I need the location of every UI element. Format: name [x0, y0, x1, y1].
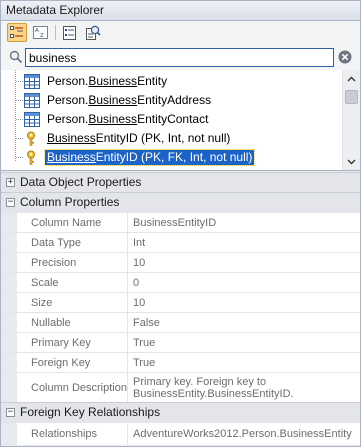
property-name: Primary Key	[17, 333, 128, 352]
property-row[interactable]: Relationships AdventureWorks2012.Person.…	[1, 422, 360, 445]
tree-connector	[16, 157, 23, 158]
metadata-tree[interactable]: Person.BusinessEntity Person.BusinessEnt…	[0, 70, 361, 171]
category-label: Data Object Properties	[20, 175, 142, 189]
property-row[interactable]: Scale 0	[1, 272, 360, 292]
property-name: Relationships	[17, 423, 128, 445]
category-label: Column Properties	[20, 195, 120, 209]
property-name: Size	[17, 293, 128, 312]
tree-item-column-selected[interactable]: BusinessEntityID (PK, FK, Int, not null)	[1, 148, 342, 167]
tree-item-table[interactable]: Person.BusinessEntity	[1, 72, 342, 91]
toolbar: A Z	[0, 21, 361, 44]
property-value[interactable]: True	[129, 333, 360, 352]
toolbar-separator	[55, 25, 56, 40]
categorized-view-button[interactable]	[7, 23, 27, 42]
tree-item-label: BusinessEntityID (PK, Int, not null)	[47, 131, 231, 145]
property-name: Data Type	[17, 233, 128, 252]
property-row[interactable]: Precision 10	[1, 252, 360, 272]
table-icon	[24, 93, 40, 108]
category-column-properties[interactable]: − Column Properties	[1, 192, 360, 212]
tree-connector	[16, 100, 23, 101]
property-value[interactable]: Primary key. Foreign key to BusinessEnti…	[129, 373, 360, 402]
scroll-down-button[interactable]	[343, 154, 360, 169]
category-foreign-key-relationships[interactable]: − Foreign Key Relationships	[1, 402, 360, 422]
svg-text:A: A	[35, 28, 39, 34]
tree-connector	[16, 81, 23, 82]
property-value[interactable]: BusinessEntityID	[129, 213, 360, 232]
scroll-thumb[interactable]	[345, 90, 358, 104]
tree-item-label: Person.BusinessEntityContact	[47, 112, 209, 126]
property-row[interactable]: Column Description Primary key. Foreign …	[1, 372, 360, 402]
key-icon	[27, 150, 35, 165]
search-icon	[9, 50, 23, 64]
tree-item-label: Person.BusinessEntityAddress	[47, 93, 212, 107]
scroll-up-button[interactable]	[343, 71, 360, 86]
clear-search-icon[interactable]	[338, 50, 352, 64]
search-input[interactable]	[25, 48, 334, 67]
property-grid: + Data Object Properties − Column Proper…	[0, 171, 361, 447]
tree-item-label: Person.BusinessEntity	[47, 74, 168, 88]
tree-item-column[interactable]: BusinessEntityID (PK, Int, not null)	[1, 129, 342, 148]
sort-alphabetical-icon: A Z	[32, 26, 48, 39]
property-value[interactable]: True	[129, 353, 360, 372]
property-row[interactable]: Primary Key True	[1, 332, 360, 352]
expand-icon[interactable]: +	[6, 178, 15, 187]
category-label: Foreign Key Relationships	[20, 405, 161, 419]
search-settings-icon	[85, 25, 101, 40]
tree-item-table[interactable]: Person.BusinessEntityContact	[1, 110, 342, 129]
category-data-object-properties[interactable]: + Data Object Properties	[1, 172, 360, 192]
chevron-down-icon	[347, 159, 356, 164]
chevron-up-icon	[347, 76, 356, 81]
collapse-icon[interactable]: −	[6, 198, 15, 207]
property-row[interactable]: Size 10	[1, 292, 360, 312]
property-name: Foreign Key	[17, 353, 128, 372]
window-title: Metadata Explorer	[6, 3, 105, 17]
tree-item-label: BusinessEntityID (PK, FK, Int, not null)	[43, 149, 256, 166]
property-name: Column Name	[17, 213, 128, 232]
property-value[interactable]: 10	[129, 293, 360, 312]
property-value[interactable]: Int	[129, 233, 360, 252]
search-bar	[0, 44, 361, 70]
property-row[interactable]: Column Name BusinessEntityID	[1, 212, 360, 232]
table-icon	[24, 112, 40, 127]
property-name: Precision	[17, 253, 128, 272]
property-name: Nullable	[17, 313, 128, 332]
property-row[interactable]: Nullable False	[1, 312, 360, 332]
property-value[interactable]: AdventureWorks2012.Person.BusinessEntity	[129, 423, 360, 445]
key-icon	[27, 131, 35, 146]
categorized-view-icon	[10, 26, 23, 38]
property-name: Scale	[17, 273, 128, 292]
window-title-bar: Metadata Explorer	[0, 0, 361, 21]
tree-item-table[interactable]: Person.BusinessEntityAddress	[1, 91, 342, 110]
svg-text:Z: Z	[40, 33, 44, 39]
tree-vertical-scrollbar[interactable]	[342, 70, 360, 170]
search-settings-button[interactable]	[83, 23, 103, 42]
collapse-icon[interactable]: −	[6, 408, 15, 417]
property-row[interactable]: Foreign Key True	[1, 352, 360, 372]
tree-connector	[16, 138, 23, 139]
property-value[interactable]: 0	[129, 273, 360, 292]
property-name: Column Description	[17, 373, 128, 402]
property-row[interactable]: Data Type Int	[1, 232, 360, 252]
tree-connector	[16, 119, 23, 120]
property-pages-button[interactable]	[59, 23, 79, 42]
property-value[interactable]: 10	[129, 253, 360, 272]
table-icon	[24, 74, 40, 89]
sort-alphabetical-button[interactable]: A Z	[30, 23, 50, 42]
property-pages-icon	[62, 25, 76, 40]
property-value[interactable]: False	[129, 313, 360, 332]
